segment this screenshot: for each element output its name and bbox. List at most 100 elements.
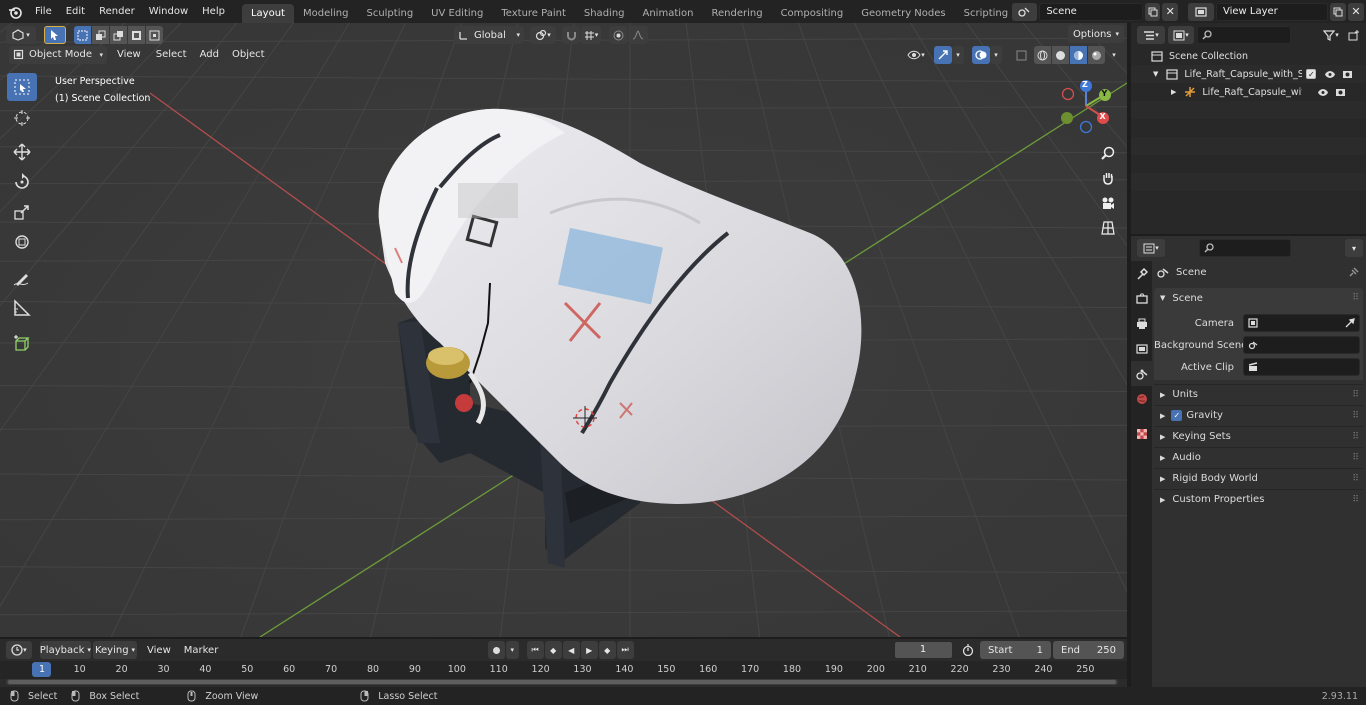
tab-world[interactable]: [1131, 386, 1152, 411]
tab-rendering[interactable]: Rendering: [702, 4, 771, 23]
subpanel-units[interactable]: ▶ Units ⠿: [1154, 384, 1363, 404]
tool-scale[interactable]: [7, 198, 37, 226]
viewport-menu-select[interactable]: Select: [156, 49, 187, 60]
viewport-menu-add[interactable]: Add: [200, 49, 219, 60]
pan-hand-icon[interactable]: [1097, 166, 1119, 190]
overlays-dropdown[interactable]: ▾: [990, 46, 1002, 64]
current-frame-field[interactable]: 1: [893, 641, 953, 659]
gizmo-dropdown[interactable]: ▾: [952, 46, 964, 64]
gravity-checkbox[interactable]: ✓: [1171, 410, 1183, 421]
properties-options-dropdown[interactable]: ▾: [1345, 239, 1363, 257]
pivot-point-button[interactable]: ▾: [530, 26, 556, 44]
tab-shading[interactable]: Shading: [575, 4, 634, 23]
menu-window[interactable]: Window: [142, 0, 195, 23]
shading-wireframe[interactable]: [1034, 46, 1051, 64]
select-intersect-icon[interactable]: [146, 26, 163, 44]
tool-add-cube[interactable]: [7, 330, 37, 358]
camera-render-icon[interactable]: [1335, 87, 1346, 97]
blender-logo-icon[interactable]: [8, 5, 22, 19]
tab-scene[interactable]: [1131, 361, 1152, 386]
tool-transform[interactable]: [7, 228, 37, 256]
select-subtract-icon[interactable]: [110, 26, 127, 44]
eye-icon[interactable]: [1317, 88, 1329, 97]
scene-name-field[interactable]: Scene: [1039, 2, 1143, 21]
shading-material[interactable]: [1070, 46, 1087, 64]
viewport-menu-object[interactable]: Object: [232, 49, 265, 60]
viewport-menu-view[interactable]: View: [117, 49, 141, 60]
scene-browse-button[interactable]: [1012, 2, 1038, 21]
keying-menu[interactable]: Keying ▾: [93, 641, 138, 659]
gizmo-toggle[interactable]: [934, 46, 952, 64]
menu-help[interactable]: Help: [195, 0, 232, 23]
outliner-row-scene-collection[interactable]: Scene Collection: [1131, 47, 1366, 65]
play-icon[interactable]: ▶: [580, 641, 598, 659]
play-reverse-icon[interactable]: ◀: [562, 641, 580, 659]
timeline-menu-view[interactable]: View: [147, 645, 171, 656]
exclude-checkbox[interactable]: ✓: [1306, 69, 1317, 79]
tab-animation[interactable]: Animation: [634, 4, 703, 23]
copy-scene-icon[interactable]: [1144, 2, 1161, 21]
new-collection-button[interactable]: [1345, 26, 1363, 44]
expand-down-icon[interactable]: ▼: [1153, 70, 1158, 78]
pin-icon[interactable]: [1348, 267, 1359, 278]
perspective-grid-icon[interactable]: [1097, 216, 1119, 240]
timeline-menu-marker[interactable]: Marker: [184, 645, 219, 656]
navigation-gizmo[interactable]: Z Y X: [1058, 76, 1118, 136]
tool-annotate[interactable]: [7, 264, 37, 292]
tab-scripting[interactable]: Scripting: [955, 4, 1017, 23]
select-mode-button[interactable]: [44, 26, 66, 44]
subpanel-audio[interactable]: ▶ Audio ⠿: [1154, 447, 1363, 467]
remove-scene-icon[interactable]: ✕: [1162, 2, 1178, 21]
properties-search[interactable]: [1199, 239, 1291, 257]
tab-uv-editing[interactable]: UV Editing: [422, 4, 492, 23]
next-keyframe-icon[interactable]: ◆: [598, 641, 616, 659]
select-new-icon[interactable]: [74, 26, 91, 44]
active-clip-field[interactable]: [1243, 358, 1360, 376]
drag-handle-icon[interactable]: ⠿: [1352, 411, 1359, 421]
xray-toggle[interactable]: [1012, 46, 1030, 64]
subpanel-gravity[interactable]: ▶ ✓ Gravity ⠿: [1154, 405, 1363, 425]
expand-right-icon[interactable]: ▶: [1171, 88, 1176, 96]
filter-button[interactable]: ▾: [1317, 26, 1345, 44]
menu-edit[interactable]: Edit: [59, 0, 92, 23]
eye-icon[interactable]: [1324, 70, 1336, 79]
tab-geometry-nodes[interactable]: Geometry Nodes: [852, 4, 954, 23]
shading-dropdown[interactable]: ▾: [1107, 46, 1121, 64]
tab-compositing[interactable]: Compositing: [772, 4, 853, 23]
background-scene-field[interactable]: [1243, 336, 1360, 354]
timeline-scrollbar-thumb[interactable]: [8, 680, 1116, 684]
jump-end-icon[interactable]: ⏭: [616, 641, 634, 659]
keying-options-dropdown[interactable]: ▾: [505, 641, 519, 659]
tool-cursor[interactable]: [7, 104, 37, 132]
outliner-search-input[interactable]: [1216, 30, 1286, 40]
tab-modeling[interactable]: Modeling: [294, 4, 358, 23]
outliner-row-collection[interactable]: ▼ Life_Raft_Capsule_with_Stand ✓: [1131, 65, 1366, 83]
drag-handle-icon[interactable]: ⠿: [1352, 453, 1359, 463]
zoom-magnifier-icon[interactable]: [1097, 141, 1119, 165]
display-mode-button[interactable]: ▾: [1168, 26, 1194, 44]
menu-file[interactable]: File: [28, 0, 59, 23]
start-frame-field[interactable]: Start 1: [980, 641, 1051, 659]
falloff-button[interactable]: [628, 26, 648, 44]
drag-handle-icon[interactable]: ⠿: [1352, 293, 1359, 303]
properties-editor-type[interactable]: ▾: [1137, 239, 1165, 257]
transform-orientation-dropdown[interactable]: Global ▾: [454, 26, 524, 44]
drag-handle-icon[interactable]: ⠿: [1352, 495, 1359, 505]
outliner-editor-type[interactable]: ▾: [1137, 26, 1165, 44]
menu-render[interactable]: Render: [92, 0, 142, 23]
view-layer-name-field[interactable]: View Layer: [1216, 2, 1328, 21]
outliner-row-object[interactable]: ▶ Life_Raft_Capsule_with_S: [1131, 83, 1366, 101]
visibility-button[interactable]: ▾: [902, 46, 930, 64]
jump-start-icon[interactable]: ⏮: [526, 641, 544, 659]
mode-dropdown[interactable]: Object Mode ▾: [9, 45, 107, 64]
remove-view-layer-icon[interactable]: ✕: [1348, 2, 1364, 21]
subpanel-keying-sets[interactable]: ▶ Keying Sets ⠿: [1154, 426, 1363, 446]
timeline-scrollbar[interactable]: [6, 679, 1118, 685]
drag-handle-icon[interactable]: ⠿: [1352, 432, 1359, 442]
use-preview-range[interactable]: [960, 641, 977, 659]
overlays-toggle[interactable]: [972, 46, 990, 64]
outliner-search[interactable]: [1197, 26, 1291, 44]
tab-render[interactable]: [1131, 286, 1152, 311]
tool-move[interactable]: [7, 138, 37, 166]
proportional-edit-toggle[interactable]: [609, 26, 627, 44]
